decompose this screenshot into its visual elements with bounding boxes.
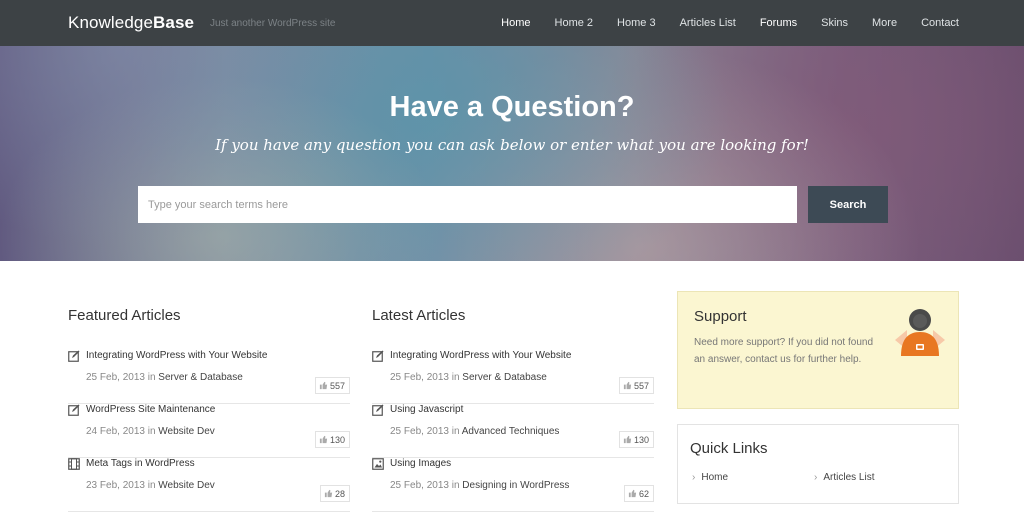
site-header: KnowledgeBase Just another WordPress sit… — [0, 0, 1024, 46]
likes-badge: 62 — [623, 485, 654, 502]
article-meta-in: in — [451, 372, 460, 383]
article-meta-in: in — [451, 426, 460, 437]
logo-text-light: Knowledge — [68, 13, 154, 32]
article-date: 25 Feb, 2013 — [390, 426, 449, 437]
hero-banner: Have a Question? If you have any questio… — [0, 46, 1024, 261]
likes-count: 130 — [633, 434, 649, 445]
article-date: 25 Feb, 2013 — [390, 480, 449, 491]
article-item: Using Images 25 Feb, 2013 in Designing i… — [372, 458, 654, 512]
nav-home[interactable]: Home — [501, 17, 530, 29]
quick-link-label: Home — [701, 472, 729, 483]
article-category-link[interactable]: Server & Database — [158, 372, 243, 383]
nav-skins[interactable]: Skins — [821, 17, 848, 29]
likes-count: 557 — [633, 380, 649, 391]
thumbs-up-icon — [324, 489, 333, 498]
thumbs-up-icon — [623, 435, 632, 444]
edit-icon — [68, 404, 80, 416]
article-date: 25 Feb, 2013 — [390, 372, 449, 383]
article-date: 25 Feb, 2013 — [86, 372, 145, 383]
article-item: Meta Tags in WordPress 23 Feb, 2013 in W… — [68, 458, 350, 512]
hero-title: Have a Question? — [389, 91, 635, 123]
likes-count: 557 — [329, 380, 345, 391]
image-icon — [372, 458, 384, 470]
thumbs-up-icon — [319, 435, 328, 444]
article-title-link[interactable]: Integrating WordPress with Your Website — [390, 350, 571, 361]
article-date: 23 Feb, 2013 — [86, 480, 145, 491]
support-widget: Support Need more support? If you did no… — [677, 291, 959, 409]
site-tagline: Just another WordPress site — [210, 18, 336, 29]
likes-badge: 557 — [618, 377, 654, 394]
article-meta: 24 Feb, 2013 in Website Dev — [86, 426, 215, 437]
search-button[interactable]: Search — [808, 186, 888, 223]
likes-count: 130 — [329, 434, 345, 445]
article-category-link[interactable]: Website Dev — [158, 480, 215, 491]
edit-icon — [68, 350, 80, 362]
nav-articles-list[interactable]: Articles List — [680, 17, 736, 29]
article-meta-in: in — [147, 426, 156, 437]
nav-home-2[interactable]: Home 2 — [555, 17, 594, 29]
article-meta-in: in — [451, 480, 460, 491]
article-category-link[interactable]: Website Dev — [158, 426, 215, 437]
quick-links-title: Quick Links — [690, 440, 768, 457]
support-agent-icon — [895, 309, 945, 356]
support-text: Need more support? If you did not found … — [694, 337, 874, 365]
article-item: Integrating WordPress with Your Website … — [372, 350, 654, 404]
nav-home-3[interactable]: Home 3 — [617, 17, 656, 29]
main-nav: Home Home 2 Home 3 Articles List Forums … — [477, 0, 959, 46]
featured-articles-title: Featured Articles — [68, 307, 181, 324]
quick-links-widget: Quick Links › Home › Articles List — [677, 424, 959, 504]
chevron-right-icon: › — [814, 472, 818, 483]
nav-more[interactable]: More — [872, 17, 897, 29]
article-title-link[interactable]: WordPress Site Maintenance — [86, 404, 215, 415]
chevron-right-icon: › — [692, 472, 696, 483]
article-category-link[interactable]: Advanced Techniques — [462, 426, 560, 437]
quick-link-label: Articles List — [823, 472, 875, 483]
nav-contact[interactable]: Contact — [921, 17, 959, 29]
thumbs-up-icon — [623, 381, 632, 390]
article-meta-in: in — [147, 372, 156, 383]
quick-link-home[interactable]: › Home — [692, 472, 728, 483]
article-date: 24 Feb, 2013 — [86, 426, 145, 437]
edit-icon — [372, 404, 384, 416]
article-title-link[interactable]: Meta Tags in WordPress — [86, 458, 195, 469]
article-meta: 25 Feb, 2013 in Designing in WordPress — [390, 480, 569, 491]
likes-badge: 130 — [618, 431, 654, 448]
logo-text-bold: Base — [153, 13, 195, 32]
article-category-link[interactable]: Server & Database — [462, 372, 547, 383]
article-meta: 25 Feb, 2013 in Server & Database — [390, 372, 547, 383]
likes-badge: 557 — [314, 377, 350, 394]
hero-subtitle: If you have any question you can ask bel… — [215, 136, 809, 154]
article-category-link[interactable]: Designing in WordPress — [462, 480, 569, 491]
support-title: Support — [694, 308, 747, 325]
quick-link-articles-list[interactable]: › Articles List — [814, 472, 874, 483]
nav-forums[interactable]: Forums — [760, 17, 797, 29]
likes-badge: 28 — [319, 485, 350, 502]
article-meta: 25 Feb, 2013 in Advanced Techniques — [390, 426, 559, 437]
article-item: WordPress Site Maintenance 24 Feb, 2013 … — [68, 404, 350, 458]
thumbs-up-icon — [628, 489, 637, 498]
article-title-link[interactable]: Using Images — [390, 458, 451, 469]
likes-count: 62 — [638, 488, 649, 499]
search-input[interactable] — [138, 186, 797, 223]
article-title-link[interactable]: Using Javascript — [390, 404, 463, 415]
site-logo[interactable]: KnowledgeBase — [68, 13, 194, 33]
likes-count: 28 — [334, 488, 345, 499]
article-meta-in: in — [147, 480, 156, 491]
edit-icon — [372, 350, 384, 362]
thumbs-up-icon — [319, 381, 328, 390]
likes-badge: 130 — [314, 431, 350, 448]
article-item: Using Javascript 25 Feb, 2013 in Advance… — [372, 404, 654, 458]
article-title-link[interactable]: Integrating WordPress with Your Website — [86, 350, 267, 361]
article-item: Integrating WordPress with Your Website … — [68, 350, 350, 404]
article-meta: 23 Feb, 2013 in Website Dev — [86, 480, 215, 491]
film-icon — [68, 458, 80, 470]
article-meta: 25 Feb, 2013 in Server & Database — [86, 372, 243, 383]
latest-articles-title: Latest Articles — [372, 307, 466, 324]
